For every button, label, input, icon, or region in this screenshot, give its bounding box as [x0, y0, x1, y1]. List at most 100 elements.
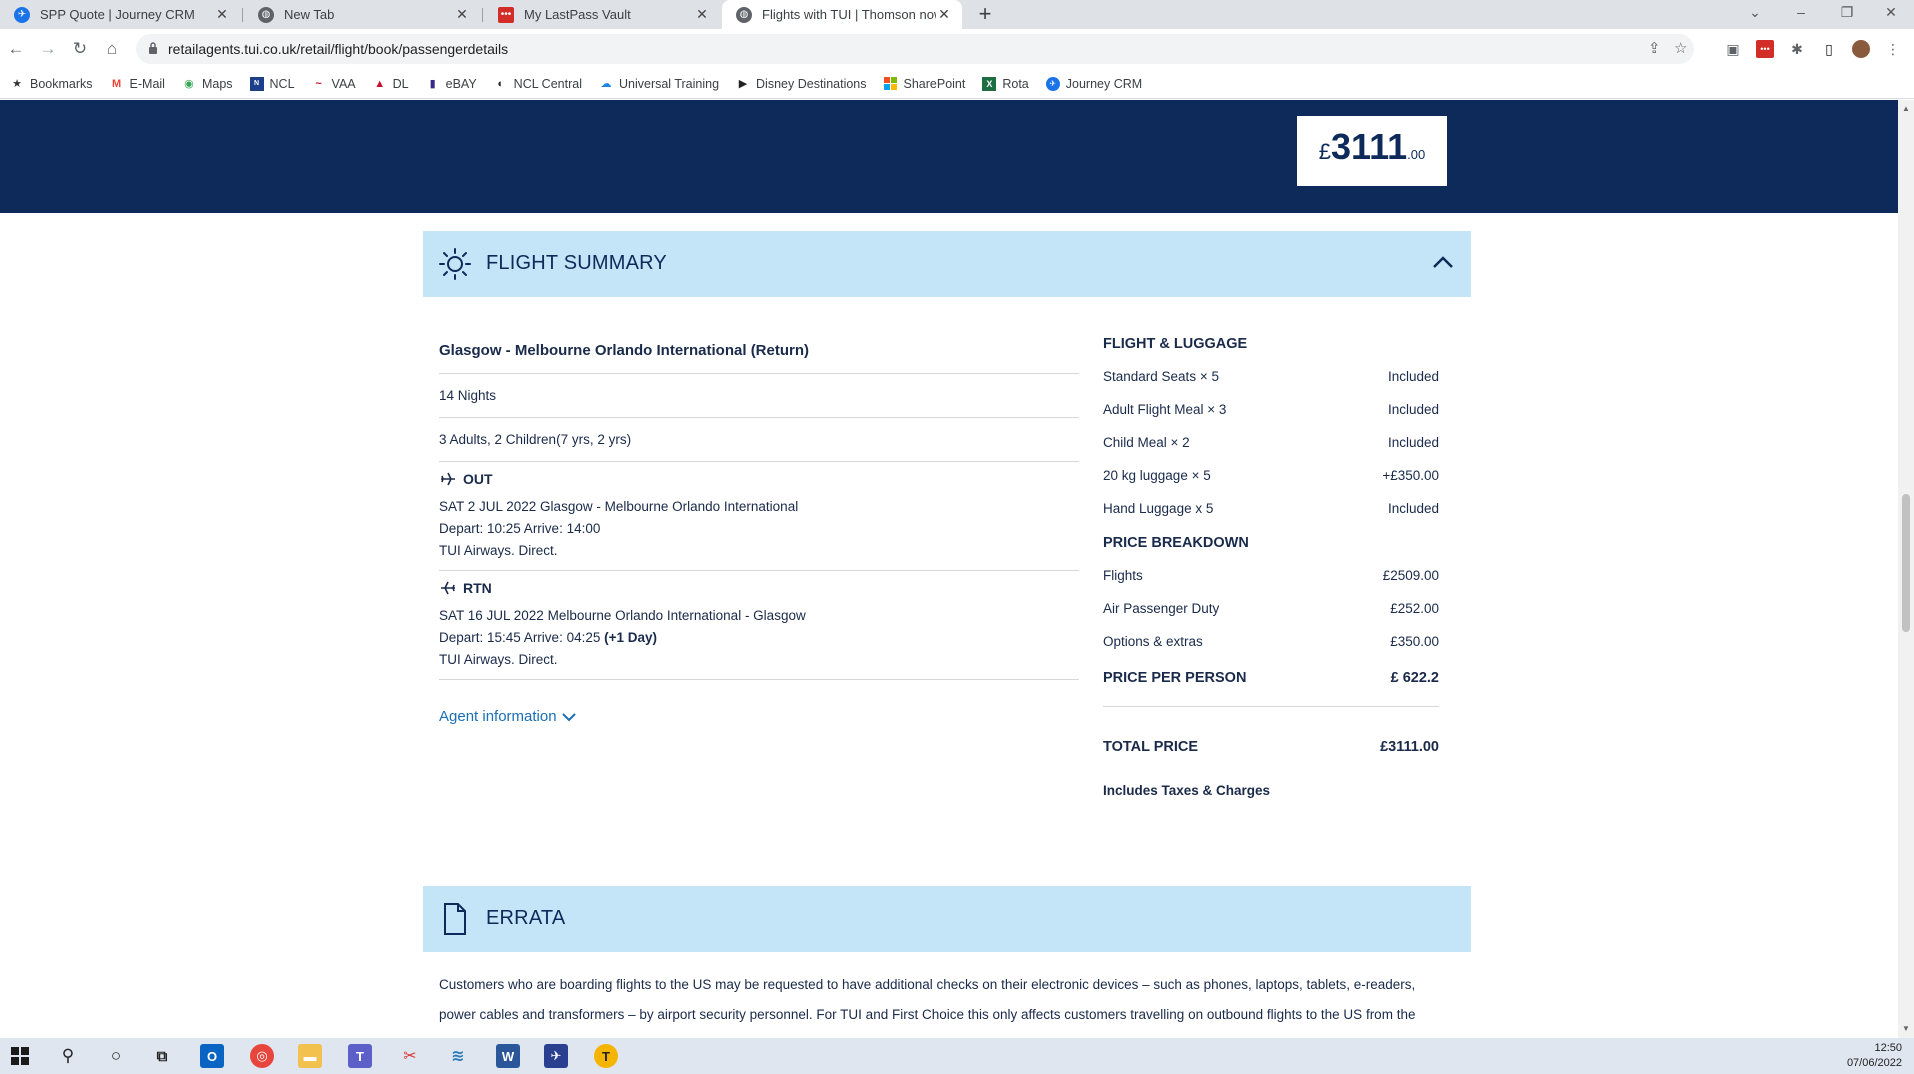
- snipping-tool-icon[interactable]: ✂: [398, 1044, 422, 1068]
- bookmark-sharepoint[interactable]: SharePoint: [884, 77, 965, 91]
- vpn-icon[interactable]: ✈: [544, 1044, 568, 1068]
- excel-icon: X: [982, 76, 997, 91]
- chrome-icon[interactable]: ◎: [250, 1044, 274, 1068]
- tab-label: Flights with TUI | Thomson now T: [762, 7, 936, 22]
- line-item-value: £2509.00: [1382, 568, 1439, 583]
- tui-app-icon[interactable]: T: [594, 1044, 618, 1068]
- close-tab-icon[interactable]: ✕: [214, 6, 230, 23]
- close-window-button[interactable]: ✕: [1868, 0, 1914, 26]
- new-tab-button[interactable]: +: [972, 2, 998, 28]
- close-tab-icon[interactable]: ✕: [454, 6, 470, 23]
- price-amount: 3111: [1331, 126, 1408, 167]
- document-icon: [444, 903, 466, 935]
- price-currency: £: [1318, 139, 1332, 164]
- forward-button[interactable]: →: [34, 35, 62, 63]
- chevron-up-icon[interactable]: [1431, 251, 1455, 275]
- bookmark-star-icon[interactable]: ☆: [1674, 39, 1687, 57]
- teams-icon[interactable]: T: [348, 1044, 372, 1068]
- bookmark-label: eBAY: [445, 76, 477, 91]
- line-item: Air Passenger Duty £252.00: [1103, 592, 1439, 625]
- scroll-up-icon[interactable]: ▲: [1902, 104, 1910, 113]
- bookmark-disney[interactable]: ▶ Disney Destinations: [736, 76, 867, 91]
- menu-kebab-icon[interactable]: ⋮: [1884, 40, 1902, 58]
- tab-label: New Tab: [284, 7, 335, 22]
- minimize-button[interactable]: –: [1778, 0, 1824, 26]
- maps-pin-icon: ◉: [184, 78, 194, 90]
- sidebar-icon[interactable]: ▯: [1820, 40, 1838, 58]
- lastpass-icon: •••: [498, 6, 514, 23]
- passengers: 3 Adults, 2 Children(7 yrs, 2 yrs): [439, 418, 1079, 462]
- tab-spp-quote[interactable]: ✈ SPP Quote | Journey CRM ✕: [0, 0, 240, 29]
- errata-header[interactable]: ERRATA: [423, 886, 1471, 952]
- line-item-value: Included: [1387, 369, 1439, 384]
- browser-toolbar: ← → ↻ ⌂ retailagents.tui.co.uk/retail/fl…: [0, 29, 1914, 69]
- bookmark-vaa[interactable]: ~ VAA: [312, 77, 355, 91]
- word-icon[interactable]: W: [496, 1044, 520, 1068]
- price-per-person-value: £ 622.2: [1390, 670, 1439, 686]
- tab-tui-flights[interactable]: ◍ Flights with TUI | Thomson now T ✕: [722, 0, 962, 29]
- price-pence: .00: [1407, 147, 1426, 162]
- reload-button[interactable]: ↻: [66, 35, 94, 63]
- back-button[interactable]: ←: [2, 35, 30, 63]
- bookmark-bookmarks[interactable]: ★ Bookmarks: [10, 77, 92, 91]
- windows-start-icon[interactable]: [8, 1044, 32, 1068]
- tab-new-tab[interactable]: ◍ New Tab ✕: [244, 0, 480, 29]
- file-explorer-icon[interactable]: ▬: [298, 1044, 322, 1068]
- address-bar[interactable]: retailagents.tui.co.uk/retail/flight/boo…: [136, 34, 1694, 64]
- browser-tab-strip: ✈ SPP Quote | Journey CRM ✕ ◍ New Tab ✕ …: [0, 0, 1914, 29]
- bookmark-label: NCL: [269, 76, 295, 91]
- tab-search-icon[interactable]: ⌄: [1732, 0, 1778, 26]
- return-times: Depart: 15:45 Arrive: 04:25: [439, 630, 601, 645]
- tab-label: SPP Quote | Journey CRM: [40, 7, 195, 22]
- line-item-value: £252.00: [1390, 601, 1439, 616]
- home-button[interactable]: ⌂: [98, 35, 126, 63]
- app-icon[interactable]: ≋: [446, 1044, 470, 1068]
- lastpass-extension-icon[interactable]: •••: [1756, 40, 1774, 58]
- share-icon[interactable]: ⇪: [1648, 39, 1661, 57]
- return-date-route: SAT 16 JUL 2022 Melbourne Orlando Intern…: [439, 608, 806, 623]
- restore-button[interactable]: ❐: [1824, 0, 1870, 26]
- play-circle-icon: ▶: [738, 78, 748, 90]
- errata-line: power cables and transformers – by airpo…: [439, 1007, 1416, 1022]
- close-tab-icon[interactable]: ✕: [694, 6, 710, 23]
- bookmark-rota[interactable]: X Rota: [982, 76, 1029, 91]
- price-banner: £ 3111 .00: [0, 100, 1898, 213]
- search-icon[interactable]: ⚲: [56, 1044, 80, 1068]
- bookmark-dl[interactable]: ▲ DL: [373, 77, 408, 91]
- scrollbar-thumb[interactable]: [1902, 494, 1910, 632]
- ncl-central-icon: ◐: [497, 77, 504, 90]
- extension-icon[interactable]: ▣: [1724, 40, 1742, 58]
- cortana-icon[interactable]: ○: [104, 1044, 128, 1068]
- flight-summary-header[interactable]: FLIGHT SUMMARY: [423, 231, 1471, 297]
- close-tab-icon[interactable]: ✕: [936, 6, 952, 23]
- task-view-icon[interactable]: ⧉: [150, 1044, 174, 1068]
- bookmark-universal-training[interactable]: ☁ Universal Training: [599, 77, 719, 91]
- errata-text: Customers who are boarding flights to th…: [439, 970, 1459, 1030]
- bookmark-ebay[interactable]: ▮ eBAY: [426, 77, 477, 91]
- bookmark-ncl-central[interactable]: ◐ NCL Central: [494, 77, 582, 91]
- cloud-icon: ☁: [600, 78, 612, 90]
- tab-lastpass[interactable]: ••• My LastPass Vault ✕: [484, 0, 720, 29]
- line-item: Flights £2509.00: [1103, 559, 1439, 592]
- return-times-row: Depart: 15:45 Arrive: 04:25 (+1 Day): [439, 627, 1079, 649]
- chevron-down-icon: [561, 712, 576, 721]
- bookmark-label: Disney Destinations: [756, 76, 867, 91]
- bookmark-maps[interactable]: ◉ Maps: [182, 77, 232, 91]
- line-item-label: Child Meal × 2: [1103, 435, 1190, 450]
- bookmark-email[interactable]: M E-Mail: [110, 77, 165, 91]
- avatar[interactable]: [1852, 40, 1870, 58]
- line-item: 20 kg luggage × 5 +£350.00: [1103, 459, 1439, 492]
- page-viewport: £ 3111 .00 FLIGHT SUMMARY Glasgow - Melb…: [0, 100, 1898, 1038]
- bookmark-journey-crm[interactable]: ✈ Journey CRM: [1045, 76, 1142, 91]
- journey-crm-icon: ✈: [1045, 76, 1060, 91]
- puzzle-icon[interactable]: ✱: [1788, 40, 1806, 58]
- scroll-down-icon[interactable]: ▼: [1902, 1024, 1910, 1033]
- bookmark-ncl[interactable]: N NCL: [249, 76, 295, 91]
- windows-grid-icon: [884, 77, 898, 91]
- outbound-heading: OUT: [439, 470, 1079, 488]
- windows-taskbar: ⚲ ○ ⧉ O ◎ ▬ T ✂ ≋ W ✈ T 12:50 07/06/2022: [0, 1038, 1914, 1074]
- outlook-icon[interactable]: O: [200, 1044, 224, 1068]
- page-scrollbar[interactable]: ▲ ▼: [1898, 100, 1914, 1038]
- system-clock[interactable]: 12:50 07/06/2022: [1847, 1041, 1902, 1071]
- agent-information-toggle[interactable]: Agent information: [439, 708, 1079, 725]
